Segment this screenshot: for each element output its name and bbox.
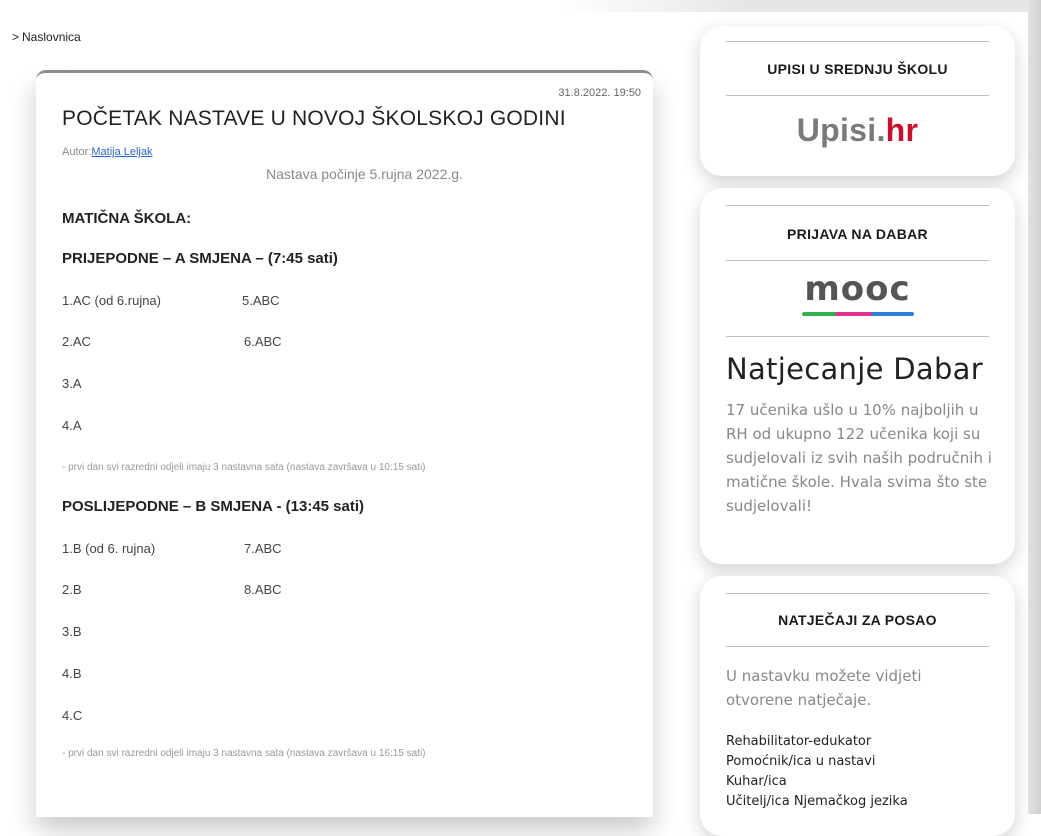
job-link[interactable]: Rehabilitator-edukator [726, 732, 908, 752]
shift-b-row: 1.B (od 6. rujna) 7.ABC [62, 541, 282, 556]
shift-b-heading: POSLIJEPODNE – B SMJENA - (13:45 sati) [62, 498, 365, 515]
row-class: 4.A [62, 418, 82, 433]
divider [726, 205, 989, 206]
school-heading: MATIČNA ŠKOLA: [62, 210, 192, 227]
row-class: 2.B [62, 582, 82, 597]
upisi-logo-accent: hr [885, 112, 919, 148]
divider [726, 336, 989, 337]
shift-b-row: 3.B [62, 624, 82, 639]
article-title: POČETAK NASTAVE U NOVOJ ŠKOLSKOJ GODINI [62, 107, 566, 130]
dabar-widget: PRIJAVA NA DABAR mooc Natjecanje Dabar 1… [700, 188, 1015, 564]
row-class: 1.AC (od 6.rujna) [62, 293, 161, 308]
row-class-2: 5.ABC [242, 293, 280, 308]
upisi-logo-main: Upisi. [796, 112, 886, 148]
article-subtitle: Nastava počinje 5.rujna 2022.g. [36, 166, 653, 182]
dabar-widget-title: PRIJAVA NA DABAR [787, 226, 928, 242]
jobs-widget: NATJEČAJI ZA POSAO U nastavku možete vid… [700, 576, 1015, 836]
row-class-2: 8.ABC [244, 582, 282, 597]
mooc-logo-text: mooc [804, 269, 911, 309]
upisi-widget: UPISI U SREDNJU ŠKOLU Upisi.hr [700, 26, 1015, 176]
divider [726, 646, 989, 647]
row-class: 1.B (od 6. rujna) [62, 541, 156, 556]
shift-b-row: 4.C [62, 708, 82, 723]
top-band [560, 0, 1028, 12]
shift-b-row: 2.B 8.ABC [62, 582, 282, 597]
shift-a-row: 2.AC 6.ABC [62, 334, 282, 349]
divider [726, 41, 989, 42]
page-scroll-strip [1028, 0, 1041, 814]
job-link[interactable]: Učitelj/ica Njemačkog jezika [726, 792, 908, 812]
shift-a-row: 3.A [62, 376, 82, 391]
jobs-intro: U nastavku možete vidjeti otvorene natje… [726, 667, 922, 709]
jobs-widget-title: NATJEČAJI ZA POSAO [778, 612, 937, 628]
dabar-heading: Natjecanje Dabar [726, 352, 983, 386]
dabar-text: 17 učenika ušlo u 10% najboljih u RH od … [726, 401, 992, 515]
breadcrumb-home-link[interactable]: Naslovnica [22, 30, 81, 44]
upisi-logo-link[interactable]: Upisi.hr [700, 112, 1015, 149]
divider [726, 593, 989, 594]
divider [726, 95, 989, 96]
author-link[interactable]: Matija Leljak [91, 146, 152, 158]
shift-b-row: 4.B [62, 666, 82, 681]
shift-a-row: 1.AC (od 6.rujna) 5.ABC [62, 293, 280, 308]
upisi-widget-title: UPISI U SREDNJU ŠKOLU [767, 61, 948, 77]
mooc-logo-bar [801, 312, 914, 316]
row-class: 4.B [62, 666, 82, 681]
article-subtitle-text: Nastava počinje 5.rujna 2022.g. [266, 166, 463, 182]
job-link[interactable]: Kuhar/ica [726, 772, 908, 792]
row-class-2: 6.ABC [244, 334, 282, 349]
shift-a-row: 4.A [62, 418, 82, 433]
shift-a-note: - prvi dan svi razredni odjeli imaju 3 n… [62, 462, 426, 473]
row-class-2: 7.ABC [244, 541, 282, 556]
row-class: 2.AC [62, 334, 91, 349]
mooc-logo-link[interactable]: mooc [700, 272, 1015, 316]
breadcrumb-separator: > [12, 30, 20, 44]
row-class: 3.B [62, 624, 82, 639]
divider [726, 260, 989, 261]
jobs-list: Rehabilitator-edukator Pomoćnik/ica u na… [726, 732, 908, 812]
shift-b-note: - prvi dan svi razredni odjeli imaju 3 n… [62, 748, 426, 759]
shift-a-heading: PRIJEPODNE – A SMJENA – (7:45 sati) [62, 250, 338, 267]
article-date: 31.8.2022. 19:50 [558, 87, 641, 99]
breadcrumb: > Naslovnica [12, 30, 81, 44]
row-class: 4.C [62, 708, 83, 723]
article-author: Autor:Matija Leljak [62, 146, 153, 158]
job-link[interactable]: Pomoćnik/ica u nastavi [726, 752, 908, 772]
article-card: 31.8.2022. 19:50 POČETAK NASTAVE U NOVOJ… [36, 70, 653, 817]
author-label: Autor: [62, 146, 92, 158]
row-class: 3.A [62, 376, 82, 391]
